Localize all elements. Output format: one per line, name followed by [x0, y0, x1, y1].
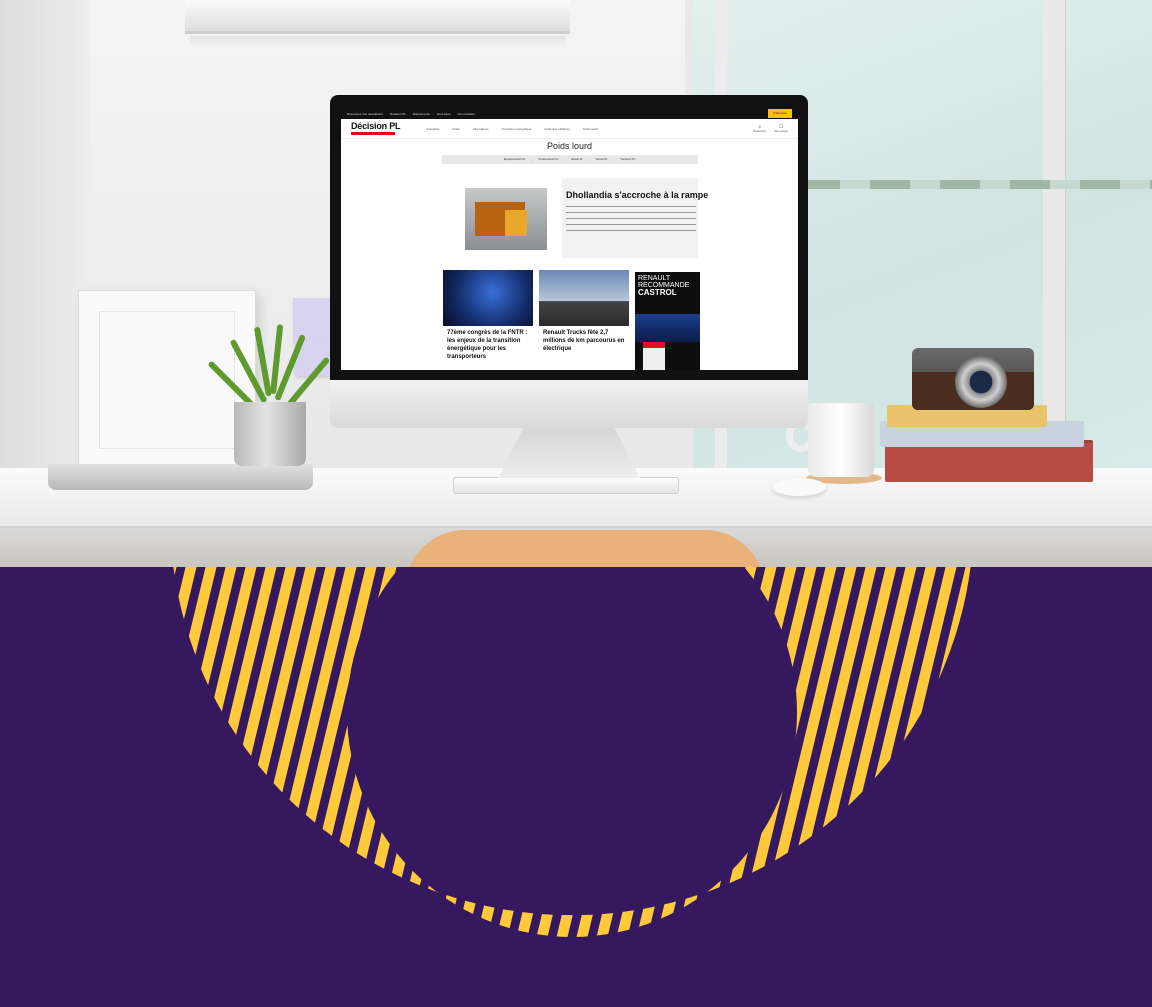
article-image	[443, 270, 533, 326]
tab[interactable]: Équipementiers PL	[504, 158, 526, 161]
nav-icons: ⌕ Rechercher ☐ Mon compte	[753, 124, 788, 133]
utility-link[interactable]: Décision PL	[390, 112, 406, 116]
site-logo[interactable]: Décision PL	[351, 122, 401, 135]
window-view-strip	[800, 180, 1152, 189]
camera-lens	[955, 356, 1007, 408]
category-tabs: Équipementiers PL | Constructeurs PL | E…	[441, 155, 698, 164]
search-button[interactable]: ⌕ Rechercher	[753, 124, 766, 133]
monitor-chin	[330, 380, 808, 428]
main-nav: Décision PL Actualités Flotte Alternativ…	[341, 119, 798, 139]
wall	[0, 0, 90, 470]
feature-image[interactable]	[465, 188, 547, 250]
nav-link[interactable]: Transition énergétique	[502, 127, 532, 131]
page-title: Poids lourd	[546, 141, 593, 151]
mouse	[772, 478, 826, 496]
decorative-band	[0, 567, 1152, 1007]
chair	[405, 530, 765, 567]
subscribe-button[interactable]: S'abonner	[768, 109, 792, 118]
article-card[interactable]: Renault Trucks fête 2,7 millions de km p…	[539, 270, 629, 370]
article-title[interactable]: 77ème congrès de la FNTR : les enjeux de…	[443, 326, 533, 361]
tab[interactable]: Transport PL	[620, 158, 635, 161]
utility-link[interactable]: Hors-série	[437, 112, 451, 116]
tab[interactable]: Essais PL	[571, 158, 583, 161]
feature-excerpt	[566, 206, 696, 234]
oil-bottle-image	[643, 342, 665, 370]
utility-bar: Découvrez nos newsletters Décision PL Év…	[341, 108, 798, 119]
car-image	[635, 314, 700, 342]
monitor-stand	[498, 428, 640, 478]
monitor-screen: Découvrez nos newsletters Décision PL Év…	[341, 108, 798, 370]
advertisement[interactable]: RENAULT RECOMMANDE CASTROL	[635, 272, 700, 370]
nav-link[interactable]: Véhicules utilitaires	[544, 127, 570, 131]
article-title[interactable]: Renault Trucks fête 2,7 millions de km p…	[539, 326, 629, 353]
striped-ring-graphic	[169, 567, 975, 938]
coffee-mug	[808, 403, 874, 477]
utility-link[interactable]: Découvrez nos newsletters	[347, 112, 383, 116]
wall-shelf	[185, 0, 570, 34]
nav-link[interactable]: Alternatives	[473, 127, 489, 131]
utility-link[interactable]: Vos contacts	[458, 112, 475, 116]
utility-link[interactable]: Événements	[413, 112, 430, 116]
nav-link[interactable]: Actualités	[426, 127, 439, 131]
tab[interactable]: Ventes PL	[596, 158, 608, 161]
article-image	[539, 270, 629, 326]
account-button[interactable]: ☐ Mon compte	[774, 124, 788, 133]
nav-link[interactable]: Poids lourd	[583, 127, 598, 131]
keyboard	[453, 477, 679, 494]
office-desk-photo: Découvrez nos newsletters Décision PL Év…	[0, 0, 1152, 567]
feature-title[interactable]: Dhollandia s'accroche à la rampe	[566, 190, 708, 200]
nav-link[interactable]: Flotte	[452, 127, 460, 131]
article-card[interactable]: 77ème congrès de la FNTR : les enjeux de…	[443, 270, 533, 370]
tab[interactable]: Constructeurs PL	[539, 158, 559, 161]
nav-links: Actualités Flotte Alternatives Transitio…	[426, 127, 598, 131]
closed-laptop	[48, 464, 313, 490]
